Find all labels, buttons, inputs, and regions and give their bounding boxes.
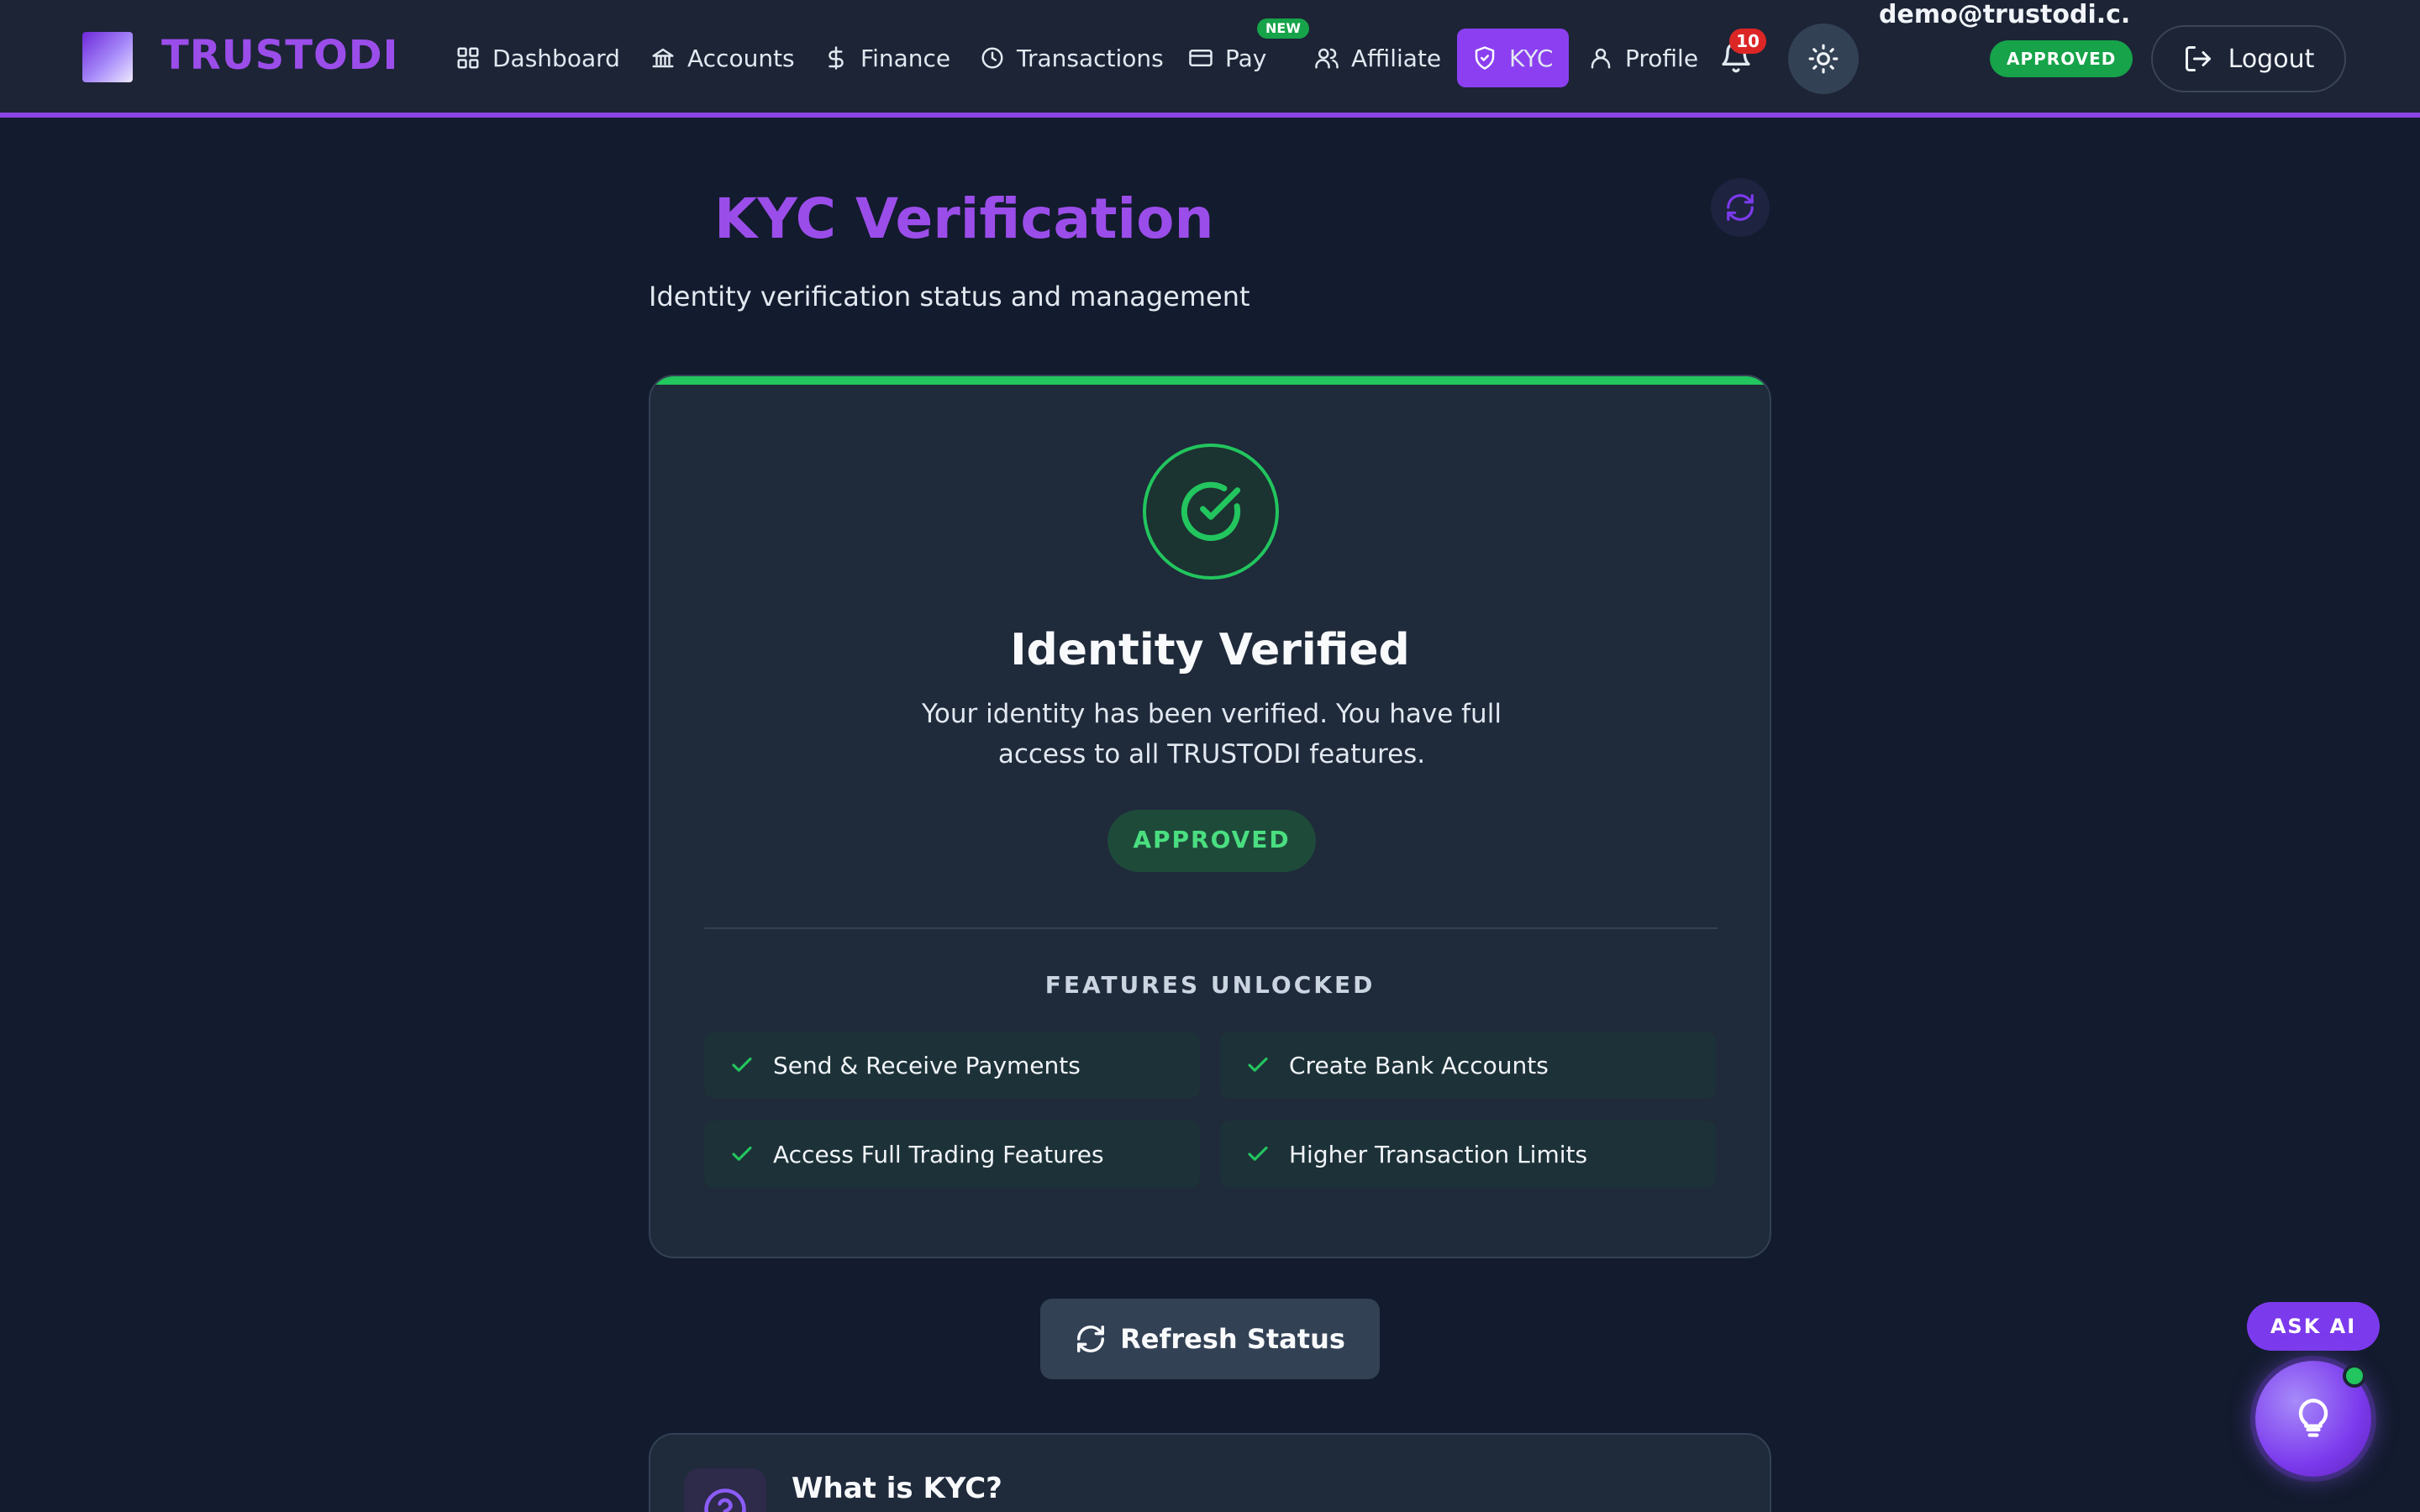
nav-item-affiliate[interactable]: Affiliate (1299, 29, 1456, 87)
kyc-status-card: Identity Verified Your identity has been… (649, 375, 1771, 1258)
feature-item: Create Bank Accounts (1220, 1032, 1716, 1099)
users-icon (1315, 48, 1339, 69)
account-status-badge: APPROVED (1990, 40, 2133, 77)
nav-item-label: Finance (860, 44, 951, 72)
user-icon (1591, 48, 1611, 69)
brand-logo-icon[interactable] (82, 32, 133, 82)
online-status-dot (2343, 1364, 2366, 1388)
question-circle-icon (704, 1488, 746, 1512)
logout-icon (2185, 46, 2211, 71)
nav-item-profile[interactable]: Profile (1573, 29, 1713, 87)
logout-label: Logout (2228, 44, 2315, 74)
nav-item-label: Transactions (1017, 44, 1164, 72)
help-icon (684, 1468, 766, 1512)
sun-icon (1808, 44, 1839, 74)
nav-item-label: Pay (1225, 44, 1267, 72)
check-icon (1248, 1146, 1268, 1161)
refresh-status-button[interactable]: Refresh Status (1040, 1299, 1380, 1379)
user-email: demo@trustodi.c... (1879, 0, 2131, 29)
check-icon (732, 1146, 752, 1161)
feature-item: Send & Receive Payments (704, 1032, 1200, 1099)
notification-count-badge: 10 (1729, 29, 1766, 54)
feature-label: Create Bank Accounts (1289, 1051, 1549, 1079)
page-subtitle: Identity verification status and managem… (649, 281, 1250, 312)
refresh-status-label: Refresh Status (1120, 1323, 1345, 1355)
features-title: FEATURES UNLOCKED (1044, 971, 1376, 999)
theme-toggle-button[interactable] (1788, 24, 1859, 94)
top-navigation-bar: TRUSTODI Dashboard Accounts Finance Tran… (0, 0, 2420, 118)
nav-item-accounts[interactable]: Accounts (635, 29, 810, 87)
check-circle-icon (1181, 481, 1241, 542)
bank-icon (652, 48, 674, 68)
shield-icon (1475, 46, 1495, 70)
nav-item-label: Dashboard (492, 44, 620, 72)
dollar-icon (829, 46, 844, 70)
nav-item-label: Affiliate (1351, 44, 1442, 72)
brand-name[interactable]: TRUSTODI (161, 32, 399, 79)
nav-item-kyc[interactable]: KYC (1457, 29, 1569, 87)
clock-icon (981, 47, 1003, 69)
divider (704, 927, 1718, 929)
credit-card-icon (1189, 50, 1213, 66)
logout-button[interactable]: Logout (2151, 25, 2346, 92)
nav-item-dashboard[interactable]: Dashboard (440, 29, 635, 87)
feature-label: Access Full Trading Features (773, 1140, 1104, 1168)
feature-label: Send & Receive Payments (773, 1051, 1081, 1079)
check-icon (1248, 1057, 1268, 1072)
verified-check-icon (1143, 444, 1279, 580)
refresh-icon (1727, 194, 1754, 221)
page-title: KYC Verification (714, 186, 1214, 251)
feature-item: Higher Transaction Limits (1220, 1121, 1716, 1188)
refresh-icon (1077, 1326, 1105, 1352)
check-icon (732, 1057, 752, 1072)
feature-label: Higher Transaction Limits (1289, 1140, 1588, 1168)
status-accent-strip (650, 376, 1770, 385)
status-badge: APPROVED (1107, 810, 1316, 872)
nav-item-label: Profile (1625, 44, 1699, 72)
info-card-title: What is KYC? (792, 1472, 1002, 1505)
status-description: Your identity has been verified. You hav… (922, 699, 1502, 769)
nav-item-finance[interactable]: Finance (808, 29, 965, 87)
nav-item-label: Accounts (687, 44, 795, 72)
nav-item-transactions[interactable]: Transactions (965, 29, 1179, 87)
ask-ai-button[interactable]: ASK AI (2247, 1302, 2380, 1351)
kyc-info-card: What is KYC? (649, 1433, 1771, 1512)
status-title: Identity Verified (1010, 625, 1410, 675)
lightbulb-icon (2298, 1399, 2328, 1437)
feature-item: Access Full Trading Features (704, 1121, 1200, 1188)
page-refresh-button[interactable] (1711, 178, 1770, 237)
grid-icon (457, 47, 479, 69)
nav-item-label: KYC (1509, 44, 1554, 72)
